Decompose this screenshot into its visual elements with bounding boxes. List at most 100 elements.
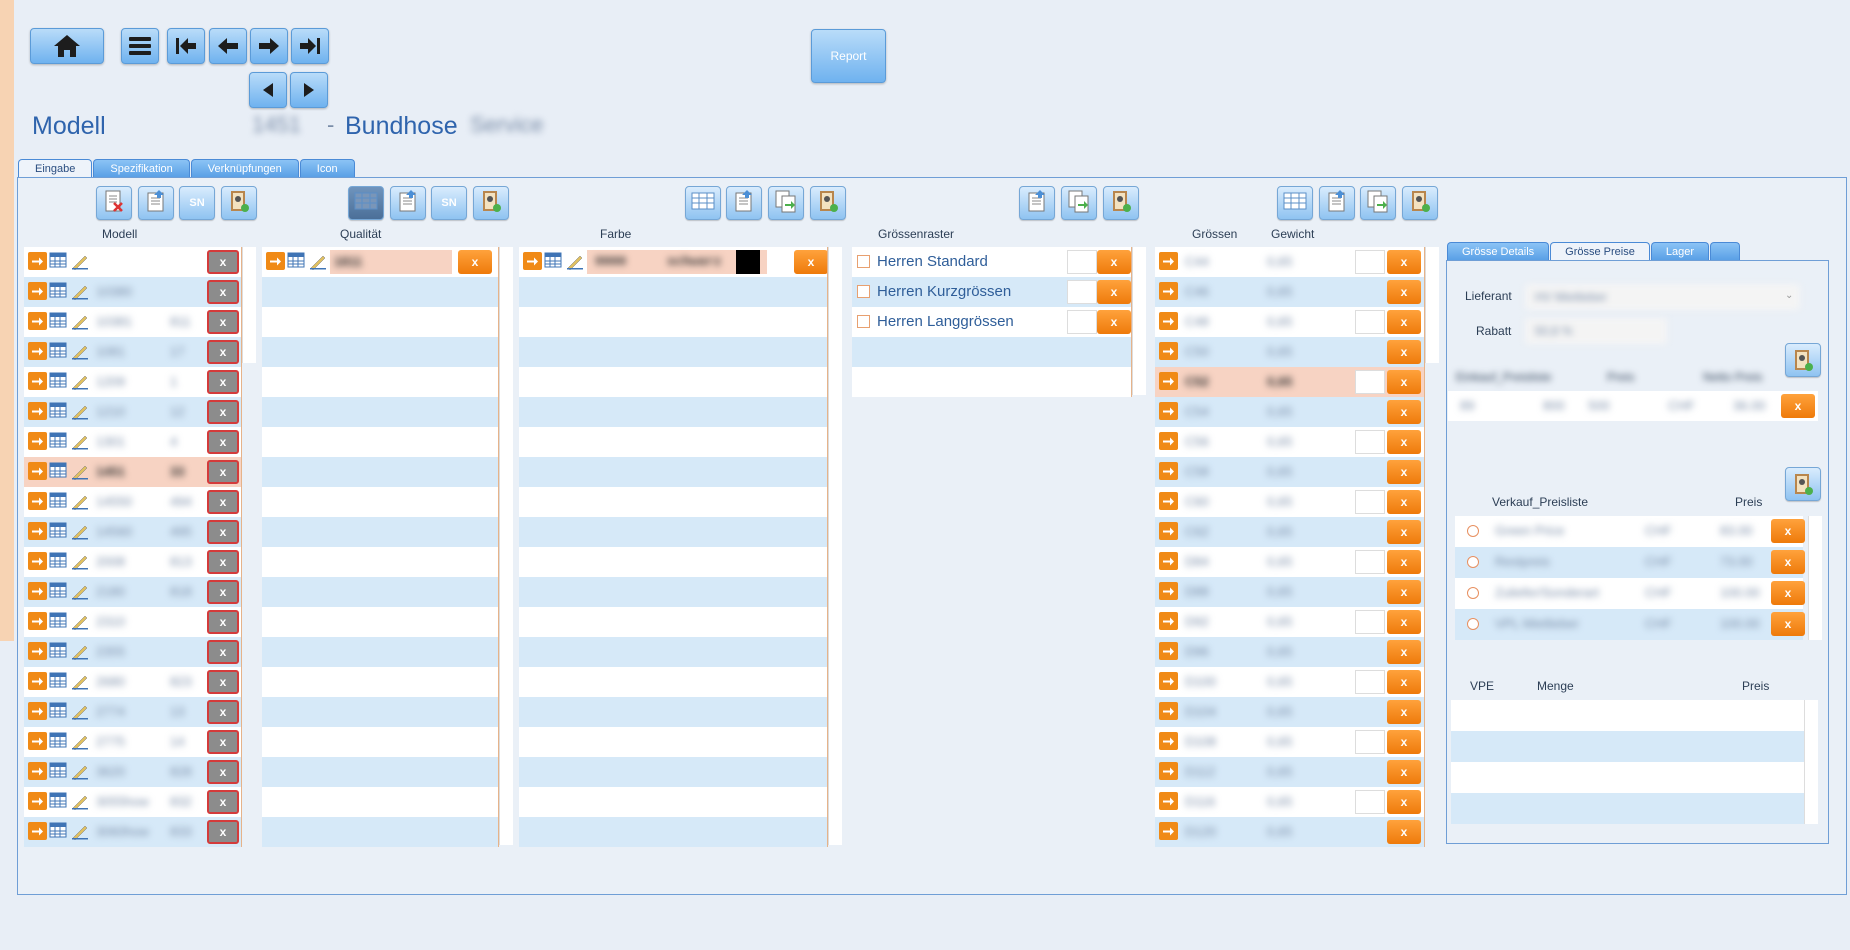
delete-modell-row-button[interactable]: x (207, 730, 239, 754)
modell-row[interactable]: 1081 17 x (24, 337, 241, 367)
qualitaet-row[interactable] (262, 307, 498, 337)
verkauf-row[interactable]: VPL Mietlieber CHF 100.00 x (1455, 609, 1805, 640)
select-radio[interactable] (1467, 618, 1479, 630)
import-modell-button[interactable] (138, 186, 174, 220)
modell-row[interactable]: 2180 818 x (24, 577, 241, 607)
table-icon[interactable] (49, 402, 67, 420)
edit-icon[interactable] (71, 342, 89, 361)
home-button[interactable] (30, 28, 104, 64)
modell-row[interactable]: 1210 12 x (24, 397, 241, 427)
value-field[interactable] (1355, 310, 1385, 334)
select-radio[interactable] (1467, 525, 1479, 537)
farbe-row[interactable] (519, 667, 827, 697)
delete-groessen-button[interactable]: x (1387, 730, 1421, 754)
qualitaet-row[interactable] (262, 337, 498, 367)
farbe-row[interactable] (519, 577, 827, 607)
modell-row[interactable]: 3055how 832 x (24, 787, 241, 817)
edit-icon[interactable] (71, 702, 89, 721)
list-scrollbar[interactable] (828, 247, 842, 845)
go-icon[interactable] (1159, 252, 1178, 270)
einkauf-row[interactable]: 89 800 500 CHF 36.00 x (1448, 391, 1818, 421)
farbe-row[interactable] (519, 337, 827, 367)
go-icon[interactable] (1159, 612, 1178, 630)
groessenraster-row[interactable] (852, 337, 1131, 367)
delete-groessen-button[interactable]: x (1387, 340, 1421, 364)
go-icon[interactable] (1159, 492, 1178, 510)
delete-modell-row-button[interactable]: x (207, 820, 239, 844)
table-icon[interactable] (49, 522, 67, 540)
qualitaet-row[interactable] (262, 727, 498, 757)
tab-verknuepfungen[interactable]: Verknüpfungen (190, 159, 299, 177)
qualitaet-row[interactable] (262, 787, 498, 817)
groessenraster-row[interactable]: Herren Kurzgrössen x (852, 277, 1131, 307)
edit-icon[interactable] (71, 312, 89, 331)
modell-row[interactable]: 2774 13 x (24, 697, 241, 727)
go-icon[interactable] (1159, 522, 1178, 540)
delete-groessenraster-button[interactable]: x (1097, 280, 1131, 304)
edit-icon[interactable] (309, 252, 327, 271)
table-icon[interactable] (49, 672, 67, 690)
edit-icon[interactable] (71, 732, 89, 751)
table-icon[interactable] (49, 612, 67, 630)
go-icon[interactable] (28, 762, 47, 780)
next-record-button[interactable] (250, 28, 288, 64)
edit-icon[interactable] (71, 642, 89, 661)
groessen-row[interactable]: C62 0,65 x (1155, 517, 1424, 547)
verkauf-scrollbar[interactable] (1808, 516, 1822, 640)
modell-row[interactable]: 3060how 833 x (24, 817, 241, 847)
delete-verkauf-button[interactable]: x (1771, 581, 1805, 605)
groessen-row[interactable]: C60 0,65 x (1155, 487, 1424, 517)
delete-modell-row-button[interactable]: x (207, 580, 239, 604)
go-icon[interactable] (28, 462, 47, 480)
table-icon[interactable] (49, 252, 67, 270)
go-icon[interactable] (1159, 402, 1178, 420)
tab-blank[interactable] (1709, 242, 1740, 260)
table-icon[interactable] (49, 822, 67, 840)
qualitaet-row[interactable] (262, 487, 498, 517)
value-field[interactable] (1355, 610, 1385, 634)
edit-icon[interactable] (71, 612, 89, 631)
edit-icon[interactable] (71, 432, 89, 451)
edit-icon[interactable] (71, 252, 89, 271)
delete-modell-row-button[interactable]: x (207, 340, 239, 364)
delete-modell-row-button[interactable]: x (207, 640, 239, 664)
delete-verkauf-button[interactable]: x (1771, 550, 1805, 574)
groessen-row[interactable]: D112 0,65 x (1155, 757, 1424, 787)
delete-modell-row-button[interactable]: x (207, 490, 239, 514)
delete-groessen-button[interactable]: x (1387, 310, 1421, 334)
table-icon[interactable] (49, 582, 67, 600)
modell-row[interactable]: 10381 811 x (24, 307, 241, 337)
edit-icon[interactable] (71, 582, 89, 601)
go-icon[interactable] (28, 642, 47, 660)
table-icon[interactable] (49, 432, 67, 450)
next-button[interactable] (290, 72, 328, 108)
table-icon[interactable] (287, 252, 305, 270)
delete-modell-row-button[interactable]: x (207, 700, 239, 724)
edit-icon[interactable] (71, 822, 89, 841)
copy-groessen-button[interactable] (1360, 186, 1396, 220)
go-icon[interactable] (1159, 342, 1178, 360)
groessen-row[interactable]: C44 0,65 x (1155, 247, 1424, 277)
list-scrollbar[interactable] (242, 247, 256, 363)
value-field[interactable] (1067, 310, 1097, 334)
go-icon[interactable] (28, 252, 47, 270)
go-icon[interactable] (28, 282, 47, 300)
groessen-row[interactable]: C50 0,65 x (1155, 337, 1424, 367)
table-icon[interactable] (49, 372, 67, 390)
farbe-row[interactable] (519, 517, 827, 547)
groessen-row[interactable]: D100 0,65 x (1155, 667, 1424, 697)
table-icon[interactable] (49, 642, 67, 660)
tab-eingabe[interactable]: Eingabe (18, 159, 93, 177)
add-verkauf-button[interactable] (1785, 467, 1821, 501)
delete-modell-row-button[interactable]: x (207, 370, 239, 394)
grid-farbe-button[interactable] (685, 186, 721, 220)
delete-groessen-button[interactable]: x (1387, 280, 1421, 304)
edit-icon[interactable] (566, 252, 584, 271)
table-icon[interactable] (49, 282, 67, 300)
delete-groessen-button[interactable]: x (1387, 370, 1421, 394)
delete-groessen-button[interactable]: x (1387, 820, 1421, 844)
go-icon[interactable] (28, 792, 47, 810)
modell-row[interactable]: 2680 823 x (24, 667, 241, 697)
go-icon[interactable] (28, 522, 47, 540)
select-checkbox[interactable] (857, 285, 870, 298)
